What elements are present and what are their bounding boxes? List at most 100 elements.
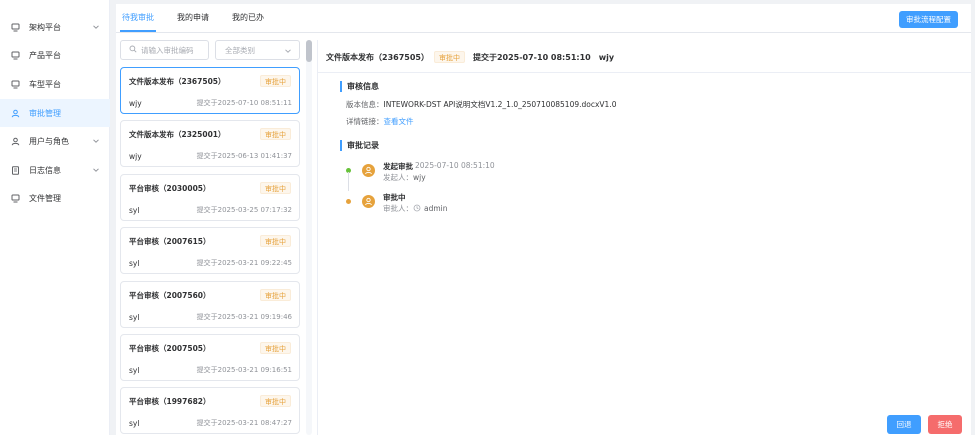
item-time: 提交于2025-07-10 08:51:11 [196,99,292,107]
item-title: 平台审核（2030005） [129,184,211,193]
item-user: syl [129,313,140,322]
record-sub-value: admin [424,204,448,213]
list-item[interactable]: 平台审核（1997682） 审批中 syl 提交于2025-03-21 08:4… [120,387,300,434]
avatar [362,164,375,177]
detail-user: wjy [598,52,615,62]
sidebar-item-logs[interactable]: 日志信息 [0,156,110,184]
status-badge: 审批中 [260,128,291,140]
sidebar-item-label: 用户与角色 [29,136,69,146]
status-badge: 审批中 [260,75,291,87]
detail-link-row: 详情链接：查看文件 [346,116,414,127]
main-panel: 待我审批 我的申请 我的已办 审批流程配置 全部类别 文件版本发布（236750… [116,4,971,435]
status-badge: 审批中 [260,342,291,354]
tab-pending-approval[interactable]: 待我审批 [120,4,156,32]
avatar [362,195,375,208]
tab-my-done[interactable]: 我的已办 [230,4,266,32]
reject-button[interactable]: 拒绝 [928,415,962,434]
search-field[interactable] [120,40,209,60]
status-badge: 审批中 [260,289,291,301]
item-user: syl [129,206,140,215]
sidebar-item-product[interactable]: 产品平台 [0,41,110,69]
section-title-approval-records: 审批记录 [340,140,379,151]
sidebar-item-architecture[interactable]: 架构平台 [0,13,110,41]
item-time: 提交于2025-03-21 09:16:51 [196,366,292,374]
sidebar: 架构平台 产品平台 车型平台 审批管理 用户与角色 日志信息 文件管理 [0,0,110,435]
detail-submitted-time: 提交于2025-07-10 08:51:10 [472,52,591,62]
monitor-icon [11,51,20,60]
detail-header: 文件版本发布（2367505） 审批中 提交于2025-07-10 08:51:… [326,51,614,63]
list-filters: 全部类别 [120,40,300,60]
list-item[interactable]: 文件版本发布（2325001） 审批中 wjy 提交于2025-06-13 01… [120,120,300,167]
record-title: 发起审批 [383,162,413,171]
clock-icon [413,204,421,212]
version-label: 版本信息： [346,100,384,109]
status-badge: 审批中 [260,182,291,194]
item-time: 提交于2025-03-21 09:22:45 [196,259,292,267]
item-user: syl [129,419,140,428]
approval-timeline: 发起审批 2025-07-10 08:51:10 发起人：wjy 审批中 审批人… [346,156,646,236]
status-badge: 审批中 [260,235,291,247]
approval-detail: 文件版本发布（2367505） 审批中 提交于2025-07-10 08:51:… [317,40,971,435]
monitor-icon [11,23,20,32]
chevron-down-icon [92,166,100,174]
section-title-review-info: 审核信息 [340,81,379,92]
record-sub-value: wjy [413,173,426,182]
approval-list: 文件版本发布（2367505） 审批中 wjy 提交于2025-07-10 08… [120,67,300,435]
item-title: 平台审核（2007505） [129,344,211,353]
tab-my-applications[interactable]: 我的申请 [175,4,211,32]
approval-flow-config-button[interactable]: 审批流程配置 [899,11,958,28]
sidebar-item-label: 架构平台 [29,22,61,32]
sidebar-item-label: 产品平台 [29,50,61,60]
link-label: 详情链接： [346,117,384,126]
item-time: 提交于2025-06-13 01:41:37 [196,152,292,160]
status-badge: 审批中 [260,395,291,407]
item-user: wjy [129,99,142,108]
timeline-dot-pending [346,199,351,204]
list-item[interactable]: 平台审核（2007505） 审批中 syl 提交于2025-03-21 09:1… [120,334,300,381]
category-select-value: 全部类别 [225,45,255,55]
document-icon [11,165,20,175]
item-time: 提交于2025-03-21 09:19:46 [196,313,292,321]
timeline-connector [348,172,349,191]
item-title: 平台审核（2007560） [129,291,211,300]
detail-divider [318,72,971,73]
list-item[interactable]: 文件版本发布（2367505） 审批中 wjy 提交于2025-07-10 08… [120,67,300,114]
item-user: wjy [129,152,142,161]
list-item[interactable]: 平台审核（2007560） 审批中 syl 提交于2025-03-21 09:1… [120,281,300,328]
chevron-down-icon [284,47,292,55]
return-button[interactable]: 回退 [887,415,921,434]
record-approver: 审批人： admin [383,203,448,214]
item-title: 平台审核（1997682） [129,397,211,406]
chevron-down-icon [92,137,100,145]
user-icon [11,137,20,146]
record-title: 审批中 [383,193,406,202]
item-user: syl [129,259,140,268]
sidebar-item-label: 文件管理 [29,193,61,203]
sidebar-item-label: 车型平台 [29,79,61,89]
category-select[interactable]: 全部类别 [215,40,300,60]
monitor-icon [11,80,20,89]
version-value: INTEWORK-DST API说明文档V1.2_1.0_25071008510… [383,100,617,109]
item-title: 文件版本发布（2367505） [129,77,226,86]
scrollbar-thumb[interactable] [306,40,312,62]
item-time: 提交于2025-03-21 08:47:27 [196,419,292,427]
item-time: 提交于2025-03-25 07:17:32 [196,206,292,214]
monitor-icon [11,194,20,203]
list-scrollbar[interactable] [306,40,312,435]
list-item[interactable]: 平台审核（2030005） 审批中 syl 提交于2025-03-25 07:1… [120,174,300,221]
item-title: 平台审核（2007615） [129,237,211,246]
list-item[interactable]: 平台审核（2007615） 审批中 syl 提交于2025-03-21 09:2… [120,227,300,274]
chevron-down-icon [92,23,100,31]
record-initiator: 发起人：wjy [383,172,426,183]
search-icon [129,45,137,55]
search-input[interactable] [141,45,209,55]
user-icon [11,109,20,118]
view-file-link[interactable]: 查看文件 [384,117,414,126]
sidebar-item-vehicle[interactable]: 车型平台 [0,70,110,98]
status-badge: 审批中 [433,51,465,63]
approval-tabs: 待我审批 我的申请 我的已办 [120,4,285,32]
sidebar-item-users-roles[interactable]: 用户与角色 [0,127,110,155]
record-sub-label: 发起人： [383,173,413,182]
sidebar-item-files[interactable]: 文件管理 [0,184,110,212]
sidebar-item-approval[interactable]: 审批管理 [0,99,110,127]
